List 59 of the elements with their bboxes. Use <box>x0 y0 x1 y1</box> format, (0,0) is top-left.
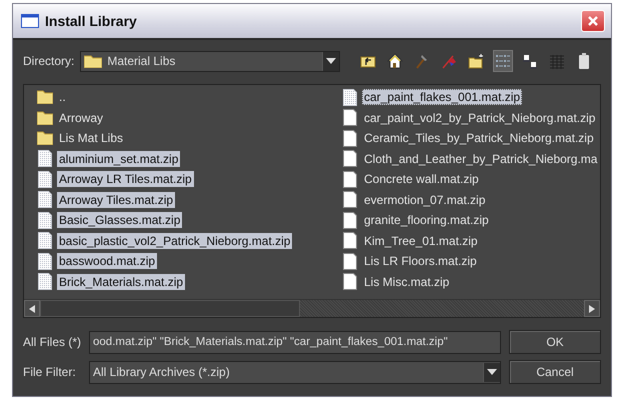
file-icon <box>36 232 53 250</box>
file-item[interactable]: evermotion_07.mat.zip <box>362 192 488 208</box>
file-icon <box>36 191 53 208</box>
file-item[interactable]: Cloth_and_Leather_by_Patrick_Nieborg.ma <box>362 150 600 167</box>
file-item[interactable]: aluminium_set.mat.zip <box>57 150 180 167</box>
close-icon <box>587 15 599 27</box>
folder-item[interactable]: Arroway <box>57 110 106 126</box>
window-icon <box>21 14 39 28</box>
file-name-field[interactable]: ood.mat.zip" "Brick_Materials.mat.zip" "car_paint_flakes_001.mat.zip" <box>89 330 501 354</box>
file-icon <box>341 273 358 290</box>
file-item[interactable]: basic_plastic_vol2_Patrick_Nieborg.mat.zip <box>57 232 292 249</box>
file-icon <box>341 150 358 168</box>
file-icon <box>341 212 358 229</box>
folder-icon <box>36 110 53 125</box>
file-icon <box>341 252 358 270</box>
file-icon <box>341 232 358 250</box>
directory-label: Directory: <box>23 54 74 68</box>
caret-icon <box>326 58 336 64</box>
file-icon <box>36 170 53 188</box>
file-item[interactable]: Arroway Tiles.mat.zip <box>57 192 176 208</box>
file-filter-dropdown[interactable]: All Library Archives (*.zip) <box>89 360 501 384</box>
file-item[interactable]: Kim_Tree_01.mat.zip <box>362 232 480 249</box>
file-item[interactable]: Arroway LR Tiles.mat.zip <box>57 171 194 188</box>
list-view-icon[interactable] <box>493 50 514 72</box>
file-item[interactable]: Lis Misc.mat.zip <box>362 274 452 290</box>
file-item[interactable]: granite_flooring.mat.zip <box>362 212 491 228</box>
cancel-button[interactable]: Cancel <box>509 360 601 384</box>
file-icon <box>36 150 53 168</box>
directory-dropdown[interactable]: Material Libs <box>80 50 340 72</box>
ok-button[interactable]: OK <box>509 330 601 354</box>
file-item[interactable]: car_paint_vol2_by_Patrick_Nieborg.mat.zip <box>362 110 598 126</box>
window-title: Install Library <box>45 13 138 29</box>
file-item[interactable]: Lis LR Floors.mat.zip <box>362 253 479 270</box>
file-icon <box>341 170 358 188</box>
file-icon <box>36 252 53 270</box>
file-icon <box>36 212 53 229</box>
file-item[interactable]: car_paint_flakes_001.mat.zip <box>362 89 522 106</box>
file-item[interactable]: Ceramic_Tiles_by_Patrick_Nieborg.mat.zip <box>362 130 596 146</box>
file-type-label: All Files (*) <box>23 335 82 349</box>
folder-icon <box>36 90 53 104</box>
file-icon <box>341 130 358 147</box>
folder-item[interactable]: .. <box>57 89 68 106</box>
file-icon <box>36 273 53 290</box>
close-button[interactable] <box>581 10 605 32</box>
file-filter-label: File Filter: <box>23 365 77 379</box>
left-arrow-icon <box>29 304 35 312</box>
folder-icon <box>84 54 102 68</box>
caret-icon <box>487 369 497 375</box>
file-icon <box>341 88 358 106</box>
file-item[interactable]: Concrete wall.mat.zip <box>362 171 481 188</box>
file-item[interactable]: basswood.mat.zip <box>57 253 158 270</box>
file-item[interactable]: Brick_Materials.mat.zip <box>57 274 186 290</box>
file-item[interactable]: Basic_Glasses.mat.zip <box>57 212 182 228</box>
file-icon <box>341 191 358 208</box>
file-icon <box>341 109 358 126</box>
folder-icon <box>36 131 53 146</box>
folder-item[interactable]: Lis Mat Libs <box>57 130 126 146</box>
horizontal-scrollbar[interactable] <box>24 299 600 317</box>
right-arrow-icon <box>589 304 595 312</box>
